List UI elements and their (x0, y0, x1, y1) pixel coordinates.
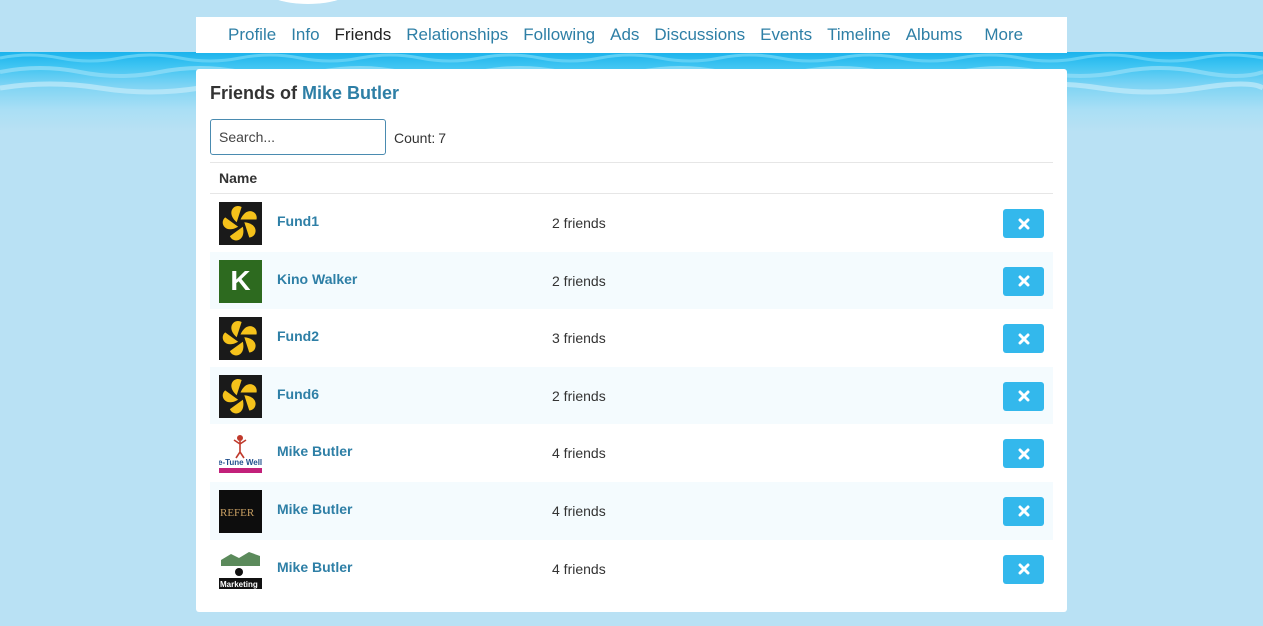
avatar[interactable]: K (219, 259, 262, 303)
friend-count-text: 2 friends (552, 215, 606, 231)
svg-text:Marketing: Marketing (220, 580, 258, 589)
friends-panel: Friends of Mike Butler Count:7 Name (196, 69, 1067, 612)
close-icon (1018, 218, 1029, 229)
remove-friend-button[interactable] (1003, 381, 1044, 411)
avatar[interactable] (219, 202, 262, 245)
title-prefix: Friends of (210, 83, 298, 103)
nav-relationships[interactable]: Relationships (406, 25, 508, 45)
page-title: Friends of Mike Butler (210, 83, 399, 104)
table-row: REFER Mike Butler 4 friends (210, 481, 1053, 540)
avatar[interactable]: Marketing (219, 547, 262, 591)
remove-friend-button[interactable] (1003, 209, 1044, 238)
avatar[interactable]: e-Tune Well (219, 432, 262, 476)
nav-discussions[interactable]: Discussions (654, 25, 745, 45)
remove-friend-button[interactable] (1003, 554, 1044, 584)
nav-albums[interactable]: Albums (906, 25, 963, 45)
avatar[interactable] (219, 317, 262, 361)
column-header-name: Name (219, 170, 258, 186)
close-icon (1018, 390, 1029, 402)
owner-link[interactable]: Mike Butler (302, 83, 399, 103)
count-label: Count: (394, 130, 436, 146)
remove-friend-button[interactable] (1003, 439, 1044, 469)
friend-name-link[interactable]: Mike Butler (277, 443, 352, 459)
table-row: Fund1 2 friends (210, 194, 1053, 252)
friends-table: Name Fund1 2 friends K Kino Walker 2 fri… (210, 162, 1053, 597)
wellness-logo-icon: e-Tune Well (219, 432, 262, 476)
table-body: Fund1 2 friends K Kino Walker 2 friends (210, 194, 1053, 597)
friend-name-link[interactable]: Mike Butler (277, 501, 352, 517)
search-input[interactable] (210, 119, 386, 155)
svg-text:REFER: REFER (220, 507, 255, 519)
refer-logo-icon: REFER (219, 489, 262, 533)
remove-friend-button[interactable] (1003, 496, 1044, 526)
nav-timeline[interactable]: Timeline (827, 25, 891, 45)
table-header: Name (210, 162, 1053, 194)
remove-friend-button[interactable] (1003, 324, 1044, 354)
avatar[interactable] (219, 374, 262, 418)
table-row: Fund2 3 friends (210, 309, 1053, 367)
count-value: 7 (438, 130, 447, 146)
friend-count-text: 4 friends (552, 502, 606, 519)
header-decoration (262, 0, 354, 4)
friend-count-text: 4 friends (552, 445, 606, 462)
nav-profile[interactable]: Profile (228, 25, 276, 45)
gold-star-logo-icon (219, 374, 262, 418)
friend-count-text: 3 friends (552, 330, 606, 347)
remove-friend-button[interactable] (1003, 266, 1044, 296)
friend-count-text: 2 friends (552, 387, 606, 404)
avatar[interactable]: REFER (219, 489, 262, 533)
profile-nav: Profile Info Friends Relationships Follo… (196, 17, 1067, 53)
close-icon (1018, 333, 1029, 345)
friend-name-link[interactable]: Mike Butler (277, 559, 352, 575)
friend-name-link[interactable]: Fund1 (277, 213, 319, 229)
table-row: Fund6 2 friends (210, 366, 1053, 425)
nav-ads[interactable]: Ads (610, 25, 639, 45)
friend-name-link[interactable]: Fund6 (277, 386, 319, 402)
svg-text:e-Tune Well: e-Tune Well (219, 458, 262, 467)
close-icon (1018, 448, 1029, 460)
friend-count-text: 2 friends (552, 272, 606, 289)
nav-info[interactable]: Info (291, 25, 319, 45)
close-icon (1018, 505, 1029, 517)
friend-count: Count: 7 (394, 130, 446, 146)
table-row: e-Tune Well Mike Butler 4 friends (210, 424, 1053, 482)
nav-friends[interactable]: Friends (335, 25, 392, 45)
gold-star-logo-icon (219, 202, 262, 245)
marketing-logo-icon: Marketing (219, 547, 262, 591)
friend-name-link[interactable]: Kino Walker (277, 271, 357, 287)
close-icon (1018, 563, 1029, 575)
nav-more[interactable]: More (984, 25, 1023, 45)
avatar-letter: K (230, 265, 251, 297)
nav-following[interactable]: Following (523, 25, 595, 45)
friend-count-text: 4 friends (552, 560, 606, 577)
gold-star-logo-icon (219, 317, 262, 361)
close-icon (1018, 275, 1029, 287)
table-row: K Kino Walker 2 friends (210, 251, 1053, 310)
nav-events[interactable]: Events (760, 25, 812, 45)
table-row: Marketing Mike Butler 4 friends (210, 540, 1053, 598)
friend-name-link[interactable]: Fund2 (277, 328, 319, 344)
